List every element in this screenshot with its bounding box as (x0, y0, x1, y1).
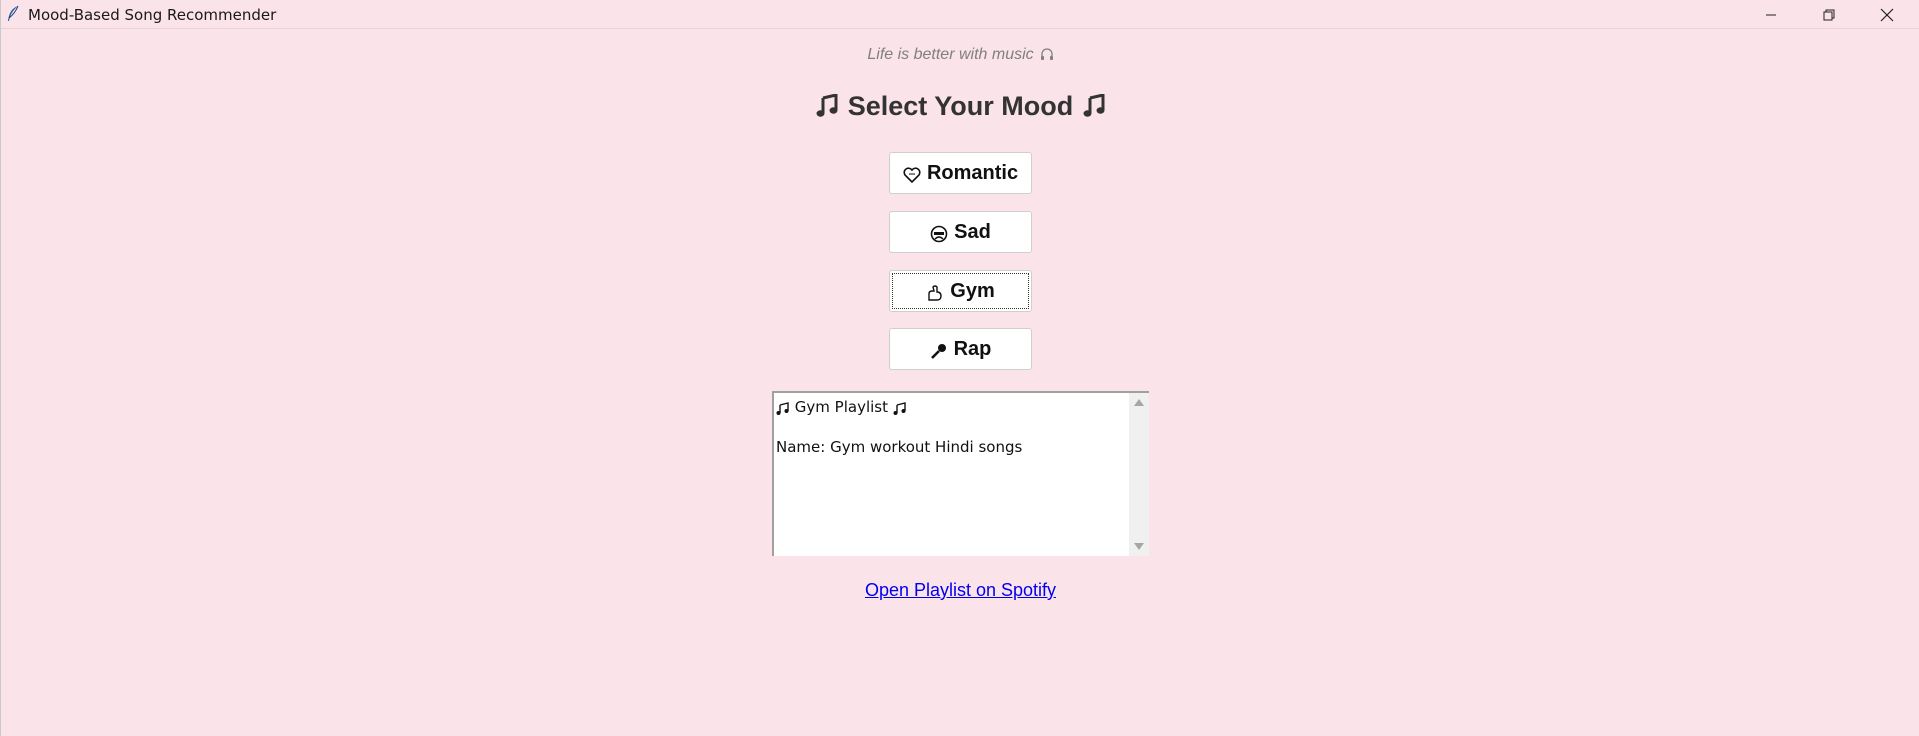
music-notes-icon (893, 401, 907, 419)
tagline-text: Life is better with music (867, 46, 1034, 63)
minimize-button[interactable] (1742, 0, 1800, 29)
tagline: Life is better with music (1, 46, 1919, 66)
playlist-name-line: Name: Gym workout Hindi songs (776, 438, 1023, 456)
crying-face-icon (930, 225, 948, 243)
page-title: Select Your Mood (1, 91, 1919, 125)
vertical-scrollbar[interactable] (1129, 393, 1149, 556)
rap-button[interactable]: Rap (889, 328, 1032, 370)
music-note-icon (816, 93, 838, 125)
open-spotify-link[interactable]: Open Playlist on Spotify (865, 580, 1056, 600)
feather-icon (5, 5, 21, 23)
window-title: Mood-Based Song Recommender (28, 6, 277, 24)
gym-label: Gym (950, 279, 995, 302)
close-button[interactable] (1858, 0, 1916, 29)
restore-icon (1823, 9, 1835, 20)
music-notes-icon (776, 401, 790, 419)
gym-button[interactable]: Gym (889, 270, 1032, 312)
headphones-icon (1040, 47, 1054, 66)
minimize-icon (1766, 14, 1776, 15)
playlist-title-line: Gym Playlist (776, 398, 907, 419)
heading-text: Select Your Mood (847, 91, 1074, 121)
playlist-title: Gym Playlist (794, 398, 888, 416)
heart-icon (903, 166, 921, 184)
flexed-arm-icon (926, 284, 944, 302)
sad-button[interactable]: Sad (889, 211, 1032, 253)
title-bar: Mood-Based Song Recommender (1, 0, 1919, 29)
romantic-button[interactable]: Romantic (889, 152, 1032, 194)
rap-label: Rap (953, 337, 992, 360)
music-note-icon (1083, 93, 1105, 125)
scroll-down-arrow-icon[interactable] (1134, 543, 1144, 550)
scroll-up-arrow-icon[interactable] (1134, 399, 1144, 406)
romantic-label: Romantic (926, 161, 1019, 184)
restore-button[interactable] (1800, 0, 1858, 29)
microphone-icon (930, 342, 948, 360)
sad-label: Sad (954, 220, 991, 243)
spotify-link-container: Open Playlist on Spotify (1, 580, 1919, 601)
close-icon (1880, 8, 1894, 21)
app-window: Mood-Based Song Recommender Life is bett… (0, 0, 1919, 736)
playlist-textbox[interactable]: Gym Playlist Name: Gym workout Hindi son… (772, 391, 1149, 556)
